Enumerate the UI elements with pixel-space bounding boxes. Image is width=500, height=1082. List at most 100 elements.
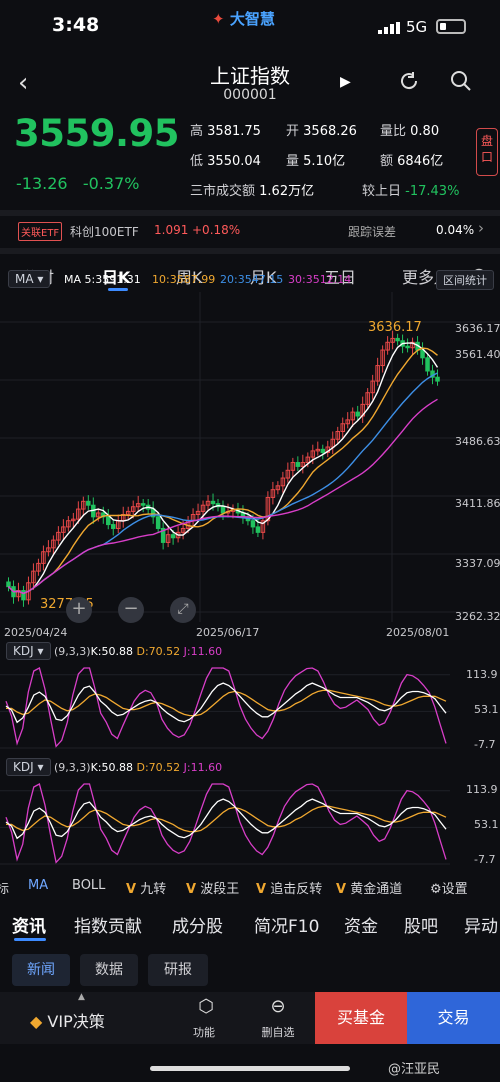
zoom-out-button[interactable]: −: [118, 597, 144, 623]
ma20-value: 20:3547.15: [220, 273, 284, 286]
candle: [210, 500, 216, 505]
x-tick: 2025/08/01: [386, 626, 450, 639]
indicator-item[interactable]: 标: [0, 878, 9, 897]
indicator-ma[interactable]: MA: [28, 878, 48, 893]
etf-name: 科创100ETF: [70, 225, 139, 239]
y-tick: 3411.86: [455, 497, 500, 510]
price-change: -13.26 -0.37%: [16, 174, 139, 193]
current-price: 3559.95: [14, 112, 180, 155]
etf-pct: +0.18%: [192, 223, 241, 237]
candle: [295, 462, 301, 467]
kdj1-y-tick: 53.1: [474, 703, 499, 716]
fullscreen-icon[interactable]: ⤢: [170, 597, 196, 623]
y-tick: 3636.17: [455, 322, 500, 335]
candle: [21, 590, 26, 601]
gear-icon: ⚙: [430, 882, 442, 897]
status-bar: 3:48 ✦ 大智慧 5G: [0, 0, 500, 52]
indicator-zhuiji[interactable]: V 追击反转: [256, 878, 322, 897]
kdj-chart-2[interactable]: [0, 780, 450, 868]
tab-constituents[interactable]: 成分股: [172, 912, 223, 937]
candle: [6, 581, 11, 588]
high-marker-label: 3636.17: [368, 320, 422, 335]
stat-amount: 额 6846亿: [380, 154, 444, 169]
brand-icon: ✦: [212, 10, 225, 28]
bottom-bar: ▲ ◆ VIP决策 ⬡ 功能 ⊖ 删自选 买基金 交易: [0, 992, 500, 1044]
candle: [255, 526, 261, 533]
trade-button[interactable]: 交易: [407, 992, 500, 1044]
kdj2-y-tick: -7.7: [474, 853, 496, 866]
kdj1-y-tick: -7.7: [474, 738, 496, 751]
tracking-error-label: 跟踪误差: [348, 225, 397, 239]
candle: [320, 448, 326, 453]
home-indicator[interactable]: [150, 1066, 350, 1071]
subtab-research[interactable]: 研报: [148, 954, 208, 986]
kdj-select-2[interactable]: KDJ ▾: [6, 758, 51, 776]
diamond-icon: ◆: [30, 1012, 43, 1031]
indicator-boll[interactable]: BOLL: [72, 878, 105, 893]
ma10-value: 10:3587.99: [152, 273, 216, 286]
page-title: 上证指数: [210, 64, 290, 88]
kdj2-y-tick: 53.1: [474, 818, 499, 831]
y-tick: 3262.32: [455, 610, 500, 623]
cube-icon[interactable]: ⬡: [192, 996, 220, 1017]
zoom-in-button[interactable]: +: [66, 597, 92, 623]
candle: [405, 345, 410, 349]
stat-volume: 量 5.10亿: [286, 154, 346, 169]
y-tick: 3486.63: [455, 435, 500, 448]
candle: [435, 376, 440, 382]
candle: [355, 411, 360, 417]
indicator-boduanwang[interactable]: V 波段王: [186, 878, 239, 897]
candle: [220, 506, 226, 514]
network-type: 5G: [406, 18, 428, 36]
candle: [155, 516, 161, 529]
candle: [395, 337, 400, 342]
tab-index-contribution[interactable]: 指数贡献: [74, 912, 142, 937]
change-value: -13.26: [16, 174, 68, 193]
kline-chart[interactable]: [0, 292, 500, 638]
indicator-golden-channel[interactable]: V 黄金通道: [336, 878, 402, 897]
tab-movements[interactable]: 异动: [464, 912, 498, 937]
indicator-jiuzhuan[interactable]: V 九转: [126, 878, 166, 897]
change-pct: -0.37%: [82, 174, 140, 193]
buy-fund-button[interactable]: 买基金: [315, 992, 407, 1044]
range-stats-button[interactable]: 区间统计: [436, 270, 494, 290]
kdj-legend-1: KDJ ▾ (9,3,3)K:50.88 D:70.52 J:11.60: [6, 642, 306, 660]
function-label[interactable]: 功能: [184, 1024, 224, 1040]
tab-news-info[interactable]: 资讯: [12, 912, 46, 937]
related-etf-bar[interactable]: 关联ETF 科创100ETF 1.091 +0.18% 跟踪误差 0.04% ›: [0, 218, 500, 244]
kdj-select-1[interactable]: KDJ ▾: [6, 642, 51, 660]
indicator-settings[interactable]: ⚙设置: [430, 878, 468, 897]
order-book-button[interactable]: 盘口: [476, 128, 498, 176]
kdj1-y-tick: 113.9: [466, 668, 498, 681]
remove-icon[interactable]: ⊖: [264, 996, 292, 1017]
next-stock-icon[interactable]: ▶: [340, 74, 351, 90]
x-tick: 2025/06/17: [196, 626, 260, 639]
stock-code: 000001: [223, 87, 277, 103]
tracking-error-value: 0.04%: [436, 223, 475, 237]
candle: [250, 520, 256, 528]
kdj-chart-1[interactable]: [0, 664, 450, 752]
ma-legend-row: MA ▾ MA 5:3591.31 10:3587.99 20:3547.15 …: [0, 270, 500, 290]
subtab-data[interactable]: 数据: [80, 954, 138, 986]
candle: [111, 524, 116, 529]
search-icon[interactable]: [450, 70, 472, 92]
refresh-icon[interactable]: [398, 70, 420, 92]
kdj-legend-2: KDJ ▾ (9,3,3)K:50.88 D:70.52 J:11.60: [6, 758, 306, 776]
y-tick: 3337.09: [455, 557, 500, 570]
watermark: @汪亚民: [388, 1062, 441, 1077]
vip-decision-button[interactable]: ◆ VIP决策: [30, 1008, 105, 1032]
candle: [420, 349, 425, 359]
status-time: 3:48: [52, 14, 100, 36]
ma5-value: MA 5:3591.31: [64, 273, 141, 286]
candle: [106, 516, 111, 526]
info-tabs: 资讯 指数贡献 成分股 简况F10 资金 股吧 异动: [0, 906, 500, 946]
subtab-news[interactable]: 新闻: [12, 954, 70, 986]
ma-select[interactable]: MA ▾: [8, 270, 51, 288]
y-tick: 3561.40: [455, 348, 500, 361]
tab-f10[interactable]: 简况F10: [254, 912, 319, 937]
delete-watchlist-label[interactable]: 删自选: [252, 1024, 304, 1040]
active-tab-indicator: [14, 938, 46, 941]
stat-vs-prev: 较上日 -17.43%: [362, 184, 460, 199]
tab-forum[interactable]: 股吧: [404, 912, 438, 937]
tab-funds[interactable]: 资金: [344, 912, 378, 937]
